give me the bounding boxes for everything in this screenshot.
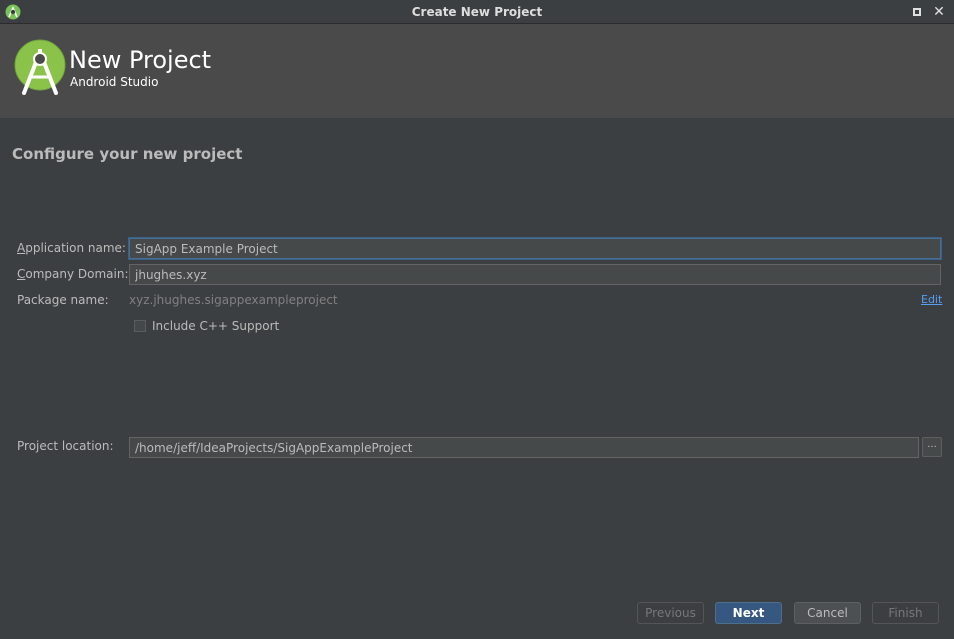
package-name-label: Package name: [17,293,109,307]
cancel-button[interactable]: Cancel [794,602,861,624]
app-name-label: Application name: [17,241,126,255]
company-domain-input[interactable] [129,264,941,285]
finish-button[interactable]: Finish [872,602,939,624]
app-name-input[interactable] [129,238,941,259]
title-bar: Create New Project ✕ [0,0,954,24]
company-domain-label: Company Domain: [17,267,129,281]
edit-package-link[interactable]: Edit [921,293,942,306]
banner-subtitle: Android Studio [70,75,159,89]
cpp-support-label[interactable]: Include C++ Support [152,319,279,333]
maximize-icon[interactable] [910,5,924,19]
close-icon[interactable]: ✕ [932,5,946,19]
project-location-label: Project location: [17,439,114,453]
project-location-input[interactable] [129,437,919,458]
header-banner: New Project Android Studio [0,24,954,118]
previous-button[interactable]: Previous [637,602,704,624]
package-name-value: xyz.jhughes.sigappexampleproject [129,293,338,307]
cpp-support-checkbox[interactable] [134,320,146,332]
window-title: Create New Project [411,5,543,19]
section-title: Configure your new project [12,145,243,163]
banner-title: New Project [69,46,212,74]
next-button[interactable]: Next [715,602,782,624]
browse-location-button[interactable]: ... [922,437,942,457]
android-studio-logo-icon [14,39,66,95]
